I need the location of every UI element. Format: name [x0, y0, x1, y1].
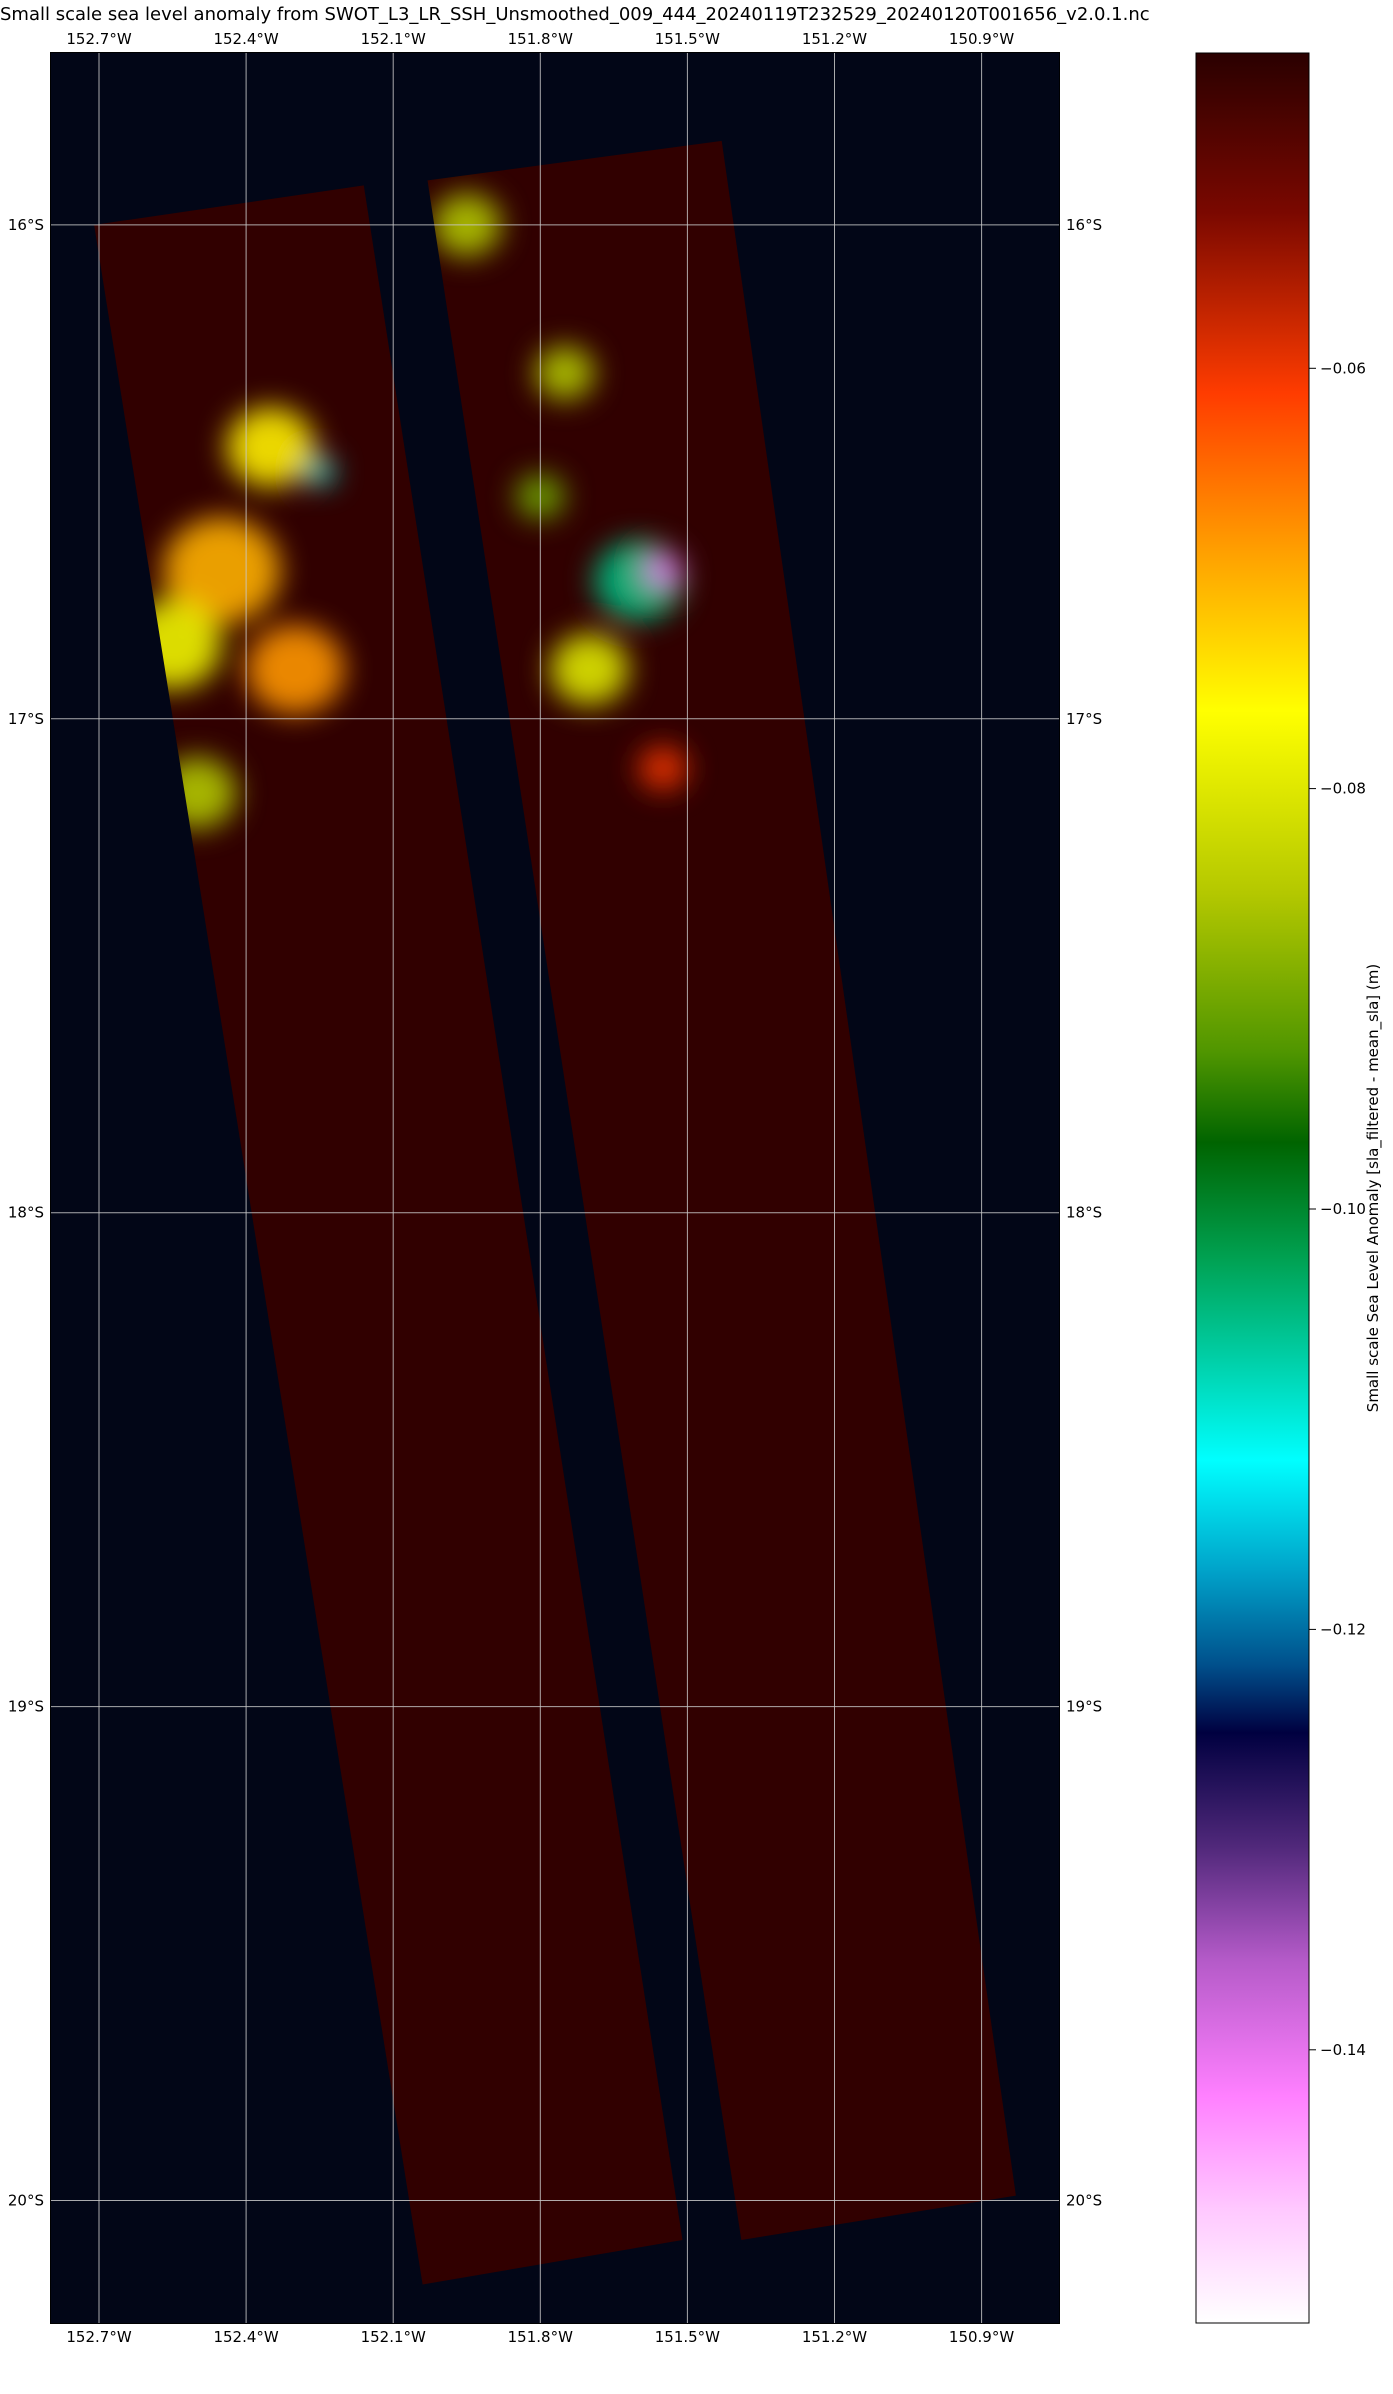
colorbar-tick-label: −0.10 [1320, 1200, 1366, 1218]
lon-tick-label-top: 151.2°W [802, 30, 867, 48]
lat-tick-label-right: 18°S [1066, 1204, 1102, 1222]
anomaly-patch [226, 407, 315, 488]
lat-tick-label-left: 18°S [8, 1204, 44, 1222]
lon-tick-label-top: 151.5°W [655, 30, 720, 48]
lon-tick-label-top: 152.4°W [213, 30, 278, 48]
lon-tick-label-top: 150.9°W [949, 30, 1014, 48]
lon-tick-label-top: 151.8°W [508, 30, 573, 48]
lat-tick-label-right: 17°S [1066, 710, 1102, 728]
anomaly-patch [643, 552, 683, 589]
anomaly-patch [638, 746, 688, 791]
lon-tick-label-bottom: 151.2°W [802, 2328, 867, 2346]
colorbar-label: Small scale Sea Level Anomaly [sla_filte… [1364, 964, 1383, 1412]
colorbar-tick-label: −0.12 [1320, 1620, 1366, 1638]
lat-tick-label-right: 19°S [1066, 1698, 1102, 1716]
lon-tick-label-bottom: 150.9°W [949, 2328, 1014, 2346]
lat-tick-label-left: 17°S [8, 710, 44, 728]
anomaly-patch [535, 346, 595, 400]
lon-tick-label-bottom: 152.7°W [66, 2328, 131, 2346]
lat-tick-label-right: 20°S [1066, 2192, 1102, 2210]
lon-tick-label-bottom: 151.5°W [655, 2328, 720, 2346]
lon-tick-label-top: 152.1°W [361, 30, 426, 48]
lat-tick-label-left: 19°S [8, 1698, 44, 1716]
lon-tick-label-bottom: 152.1°W [361, 2328, 426, 2346]
lat-tick-label-left: 16°S [8, 216, 44, 234]
anomaly-patch [550, 633, 629, 706]
lon-tick-label-bottom: 152.4°W [213, 2328, 278, 2346]
anomaly-patch [305, 458, 335, 486]
lon-tick-label-bottom: 151.8°W [508, 2328, 573, 2346]
lat-tick-label-left: 20°S [8, 2192, 44, 2210]
colorbar: −0.06 −0.08 −0.10 −0.12 −0.14 Small scale Se… [1195, 52, 1383, 2324]
colorbar-tick-label: −0.06 [1320, 359, 1366, 377]
anomaly-patch [246, 624, 345, 714]
colorbar-tick-label: −0.08 [1320, 780, 1366, 798]
lon-tick-label-top: 152.7°W [66, 30, 131, 48]
colorbar-tick-label: −0.14 [1320, 2041, 1366, 2059]
figure-title: Small scale sea level anomaly from SWOT_… [0, 4, 1150, 25]
map-panel [50, 52, 1060, 2324]
colorbar-gradient [1195, 52, 1310, 2324]
lat-tick-label-right: 16°S [1066, 216, 1102, 234]
